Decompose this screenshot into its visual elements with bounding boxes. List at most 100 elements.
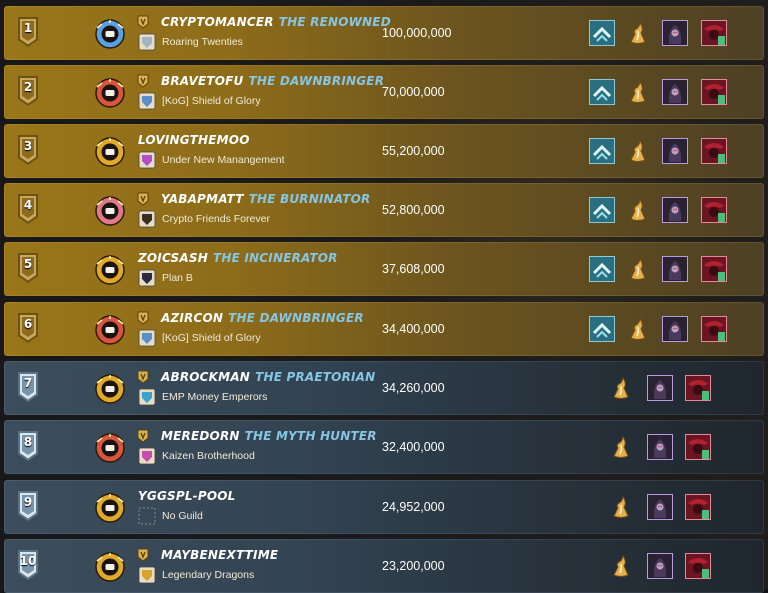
- red-beast-card-icon[interactable]: [701, 256, 727, 282]
- flame-potion-icon[interactable]: [625, 79, 651, 105]
- player-score: 24,952,000: [382, 500, 445, 514]
- title-badge-icon: [136, 191, 150, 206]
- hooded-monster-card-icon[interactable]: [662, 138, 688, 164]
- guild-name[interactable]: [KoG] Shield of Glory: [162, 332, 261, 344]
- rank-number: 6: [23, 317, 33, 331]
- leaderboard-row[interactable]: 3 LOVINGTHEMOO Under New Manangement 55,200…: [4, 124, 764, 178]
- player-avatar-icon[interactable]: [95, 196, 125, 226]
- flame-potion-icon[interactable]: [625, 20, 651, 46]
- guild-name[interactable]: Kaizen Brotherhood: [162, 450, 255, 462]
- guild-name[interactable]: Crypto Friends Forever: [162, 213, 270, 225]
- red-beast-card-icon[interactable]: [685, 553, 711, 579]
- player-avatar-icon[interactable]: [95, 255, 125, 285]
- player-name-line[interactable]: LOVINGTHEMOO: [138, 133, 255, 147]
- chevron-emblem-icon[interactable]: [589, 256, 615, 282]
- player-avatar-icon[interactable]: [95, 19, 125, 49]
- leaderboard-row[interactable]: 6 AZIRCON THE DAWNBRINGER [KoG] Shield of G…: [4, 302, 764, 356]
- flame-potion-icon[interactable]: [608, 434, 634, 460]
- flame-potion-icon[interactable]: [625, 138, 651, 164]
- player-avatar-icon[interactable]: [95, 315, 125, 345]
- chevron-emblem-icon[interactable]: [589, 79, 615, 105]
- leaderboard-row[interactable]: 2 BRAVETOFU THE DAWNBRINGER [KoG] Shield of…: [4, 65, 764, 119]
- hooded-monster-card-icon[interactable]: [647, 375, 673, 401]
- hooded-monster-card-icon[interactable]: [647, 434, 673, 460]
- player-name-line[interactable]: MAYBENEXTTIME: [161, 548, 283, 562]
- player-name-line[interactable]: MEREDORN THE MYTH HUNTER: [161, 429, 377, 443]
- player-name[interactable]: ZOICSASH: [138, 251, 208, 265]
- red-beast-card-icon[interactable]: [685, 494, 711, 520]
- red-beast-card-icon[interactable]: [701, 79, 727, 105]
- player-score: 100,000,000: [382, 26, 452, 40]
- player-name[interactable]: YGGSPL-POOL: [138, 489, 236, 503]
- player-name[interactable]: BRAVETOFU: [161, 74, 243, 88]
- player-name-line[interactable]: ZOICSASH THE INCINERATOR: [138, 251, 338, 265]
- rank-number: 7: [23, 376, 33, 390]
- player-name[interactable]: CRYPTOMANCER: [161, 15, 274, 29]
- player-name-line[interactable]: AZIRCON THE DAWNBRINGER: [161, 311, 364, 325]
- title-badge-icon: [136, 547, 150, 562]
- player-name[interactable]: YABAPMATT: [161, 192, 244, 206]
- chevron-emblem-icon[interactable]: [589, 20, 615, 46]
- leaderboard-row[interactable]: 1 CRYPTOMANCER THE RENOWNED Roaring Twentie…: [4, 6, 764, 60]
- guild-name[interactable]: Plan B: [162, 272, 193, 284]
- flame-potion-icon[interactable]: [625, 316, 651, 342]
- guild-name[interactable]: [KoG] Shield of Glory: [162, 95, 261, 107]
- guild-crest-icon: [138, 507, 156, 525]
- hooded-monster-card-icon[interactable]: [662, 256, 688, 282]
- guild-name[interactable]: Roaring Twenties: [162, 36, 243, 48]
- rank-badge-icon: 8: [17, 430, 39, 462]
- red-beast-card-icon[interactable]: [701, 197, 727, 223]
- guild-crest-icon: [138, 210, 156, 228]
- guild-name[interactable]: EMP Money Emperors: [162, 391, 267, 403]
- leaderboard-row[interactable]: 8 MEREDORN THE MYTH HUNTER Kaizen Brotherho…: [4, 420, 764, 474]
- flame-potion-icon[interactable]: [608, 494, 634, 520]
- red-beast-card-icon[interactable]: [701, 316, 727, 342]
- player-score: 37,608,000: [382, 262, 445, 276]
- player-score: 32,400,000: [382, 440, 445, 454]
- player-name[interactable]: AZIRCON: [161, 311, 223, 325]
- hooded-monster-card-icon[interactable]: [662, 316, 688, 342]
- flame-potion-icon[interactable]: [625, 197, 651, 223]
- leaderboard-row[interactable]: 5 ZOICSASH THE INCINERATOR Plan B 37,608,000: [4, 242, 764, 296]
- player-name-line[interactable]: CRYPTOMANCER THE RENOWNED: [161, 15, 391, 29]
- player-name-line[interactable]: YABAPMATT THE BURNINATOR: [161, 192, 370, 206]
- player-name[interactable]: LOVINGTHEMOO: [138, 133, 250, 147]
- leaderboard-row[interactable]: 9 YGGSPL-POOL No Guild 24,952,000: [4, 480, 764, 534]
- chevron-emblem-icon[interactable]: [589, 197, 615, 223]
- leaderboard-row[interactable]: 4 YABAPMATT THE BURNINATOR Crypto Friends F…: [4, 183, 764, 237]
- flame-potion-icon[interactable]: [625, 256, 651, 282]
- red-beast-card-icon[interactable]: [685, 375, 711, 401]
- player-name[interactable]: MEREDORN: [161, 429, 240, 443]
- guild-crest-icon: [138, 269, 156, 287]
- player-title: THE RENOWNED: [278, 15, 391, 29]
- player-name-line[interactable]: ABROCKMAN THE PRAETORIAN: [161, 370, 375, 384]
- guild-name[interactable]: Under New Manangement: [162, 154, 285, 166]
- leaderboard-row[interactable]: 7 ABROCKMAN THE PRAETORIAN EMP Money Empero…: [4, 361, 764, 415]
- red-beast-card-icon[interactable]: [701, 138, 727, 164]
- player-name[interactable]: ABROCKMAN: [161, 370, 250, 384]
- guild-name[interactable]: No Guild: [162, 510, 203, 522]
- hooded-monster-card-icon[interactable]: [662, 79, 688, 105]
- player-avatar-icon[interactable]: [95, 493, 125, 523]
- red-beast-card-icon[interactable]: [685, 434, 711, 460]
- chevron-emblem-icon[interactable]: [589, 138, 615, 164]
- flame-potion-icon[interactable]: [608, 553, 634, 579]
- leaderboard-row[interactable]: 10 MAYBENEXTTIME Legendary Dragons 23,200,0…: [4, 539, 764, 593]
- player-avatar-icon[interactable]: [95, 374, 125, 404]
- chevron-emblem-icon[interactable]: [589, 316, 615, 342]
- player-name-line[interactable]: YGGSPL-POOL: [138, 489, 241, 503]
- player-avatar-icon[interactable]: [95, 433, 125, 463]
- guild-name[interactable]: Legendary Dragons: [162, 569, 254, 581]
- player-avatar-icon[interactable]: [95, 552, 125, 582]
- hooded-monster-card-icon[interactable]: [662, 20, 688, 46]
- hooded-monster-card-icon[interactable]: [647, 553, 673, 579]
- player-avatar-icon[interactable]: [95, 78, 125, 108]
- player-name-line[interactable]: BRAVETOFU THE DAWNBRINGER: [161, 74, 384, 88]
- hooded-monster-card-icon[interactable]: [662, 197, 688, 223]
- player-avatar-icon[interactable]: [95, 137, 125, 167]
- red-beast-card-icon[interactable]: [701, 20, 727, 46]
- flame-potion-icon[interactable]: [608, 375, 634, 401]
- title-badge-icon: [136, 14, 150, 29]
- hooded-monster-card-icon[interactable]: [647, 494, 673, 520]
- player-name[interactable]: MAYBENEXTTIME: [161, 548, 278, 562]
